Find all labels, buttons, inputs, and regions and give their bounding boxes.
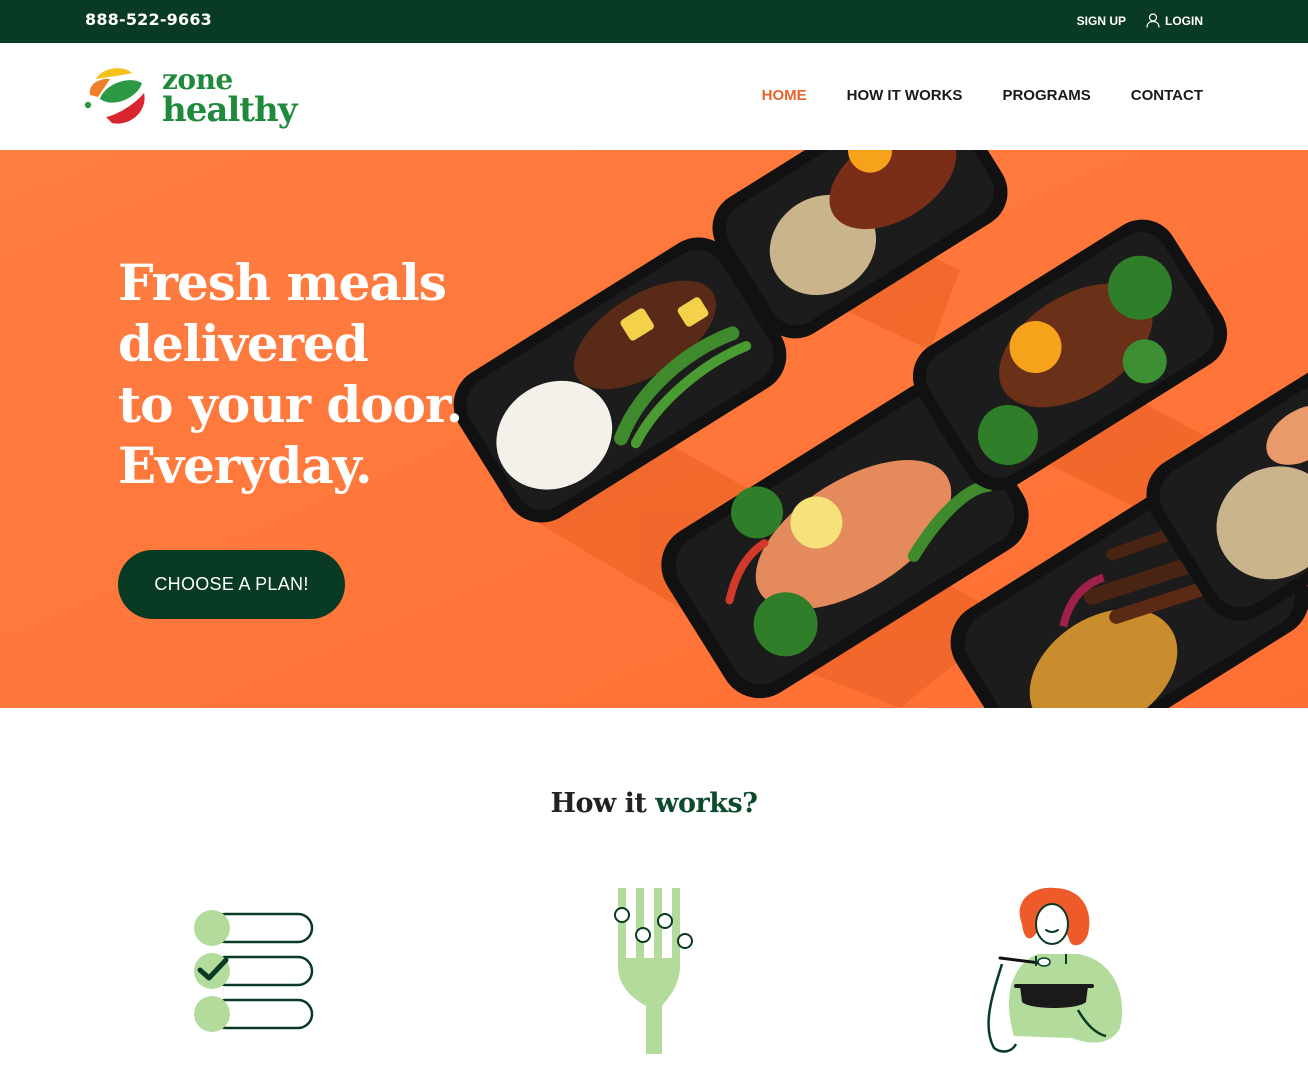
nav-home[interactable]: HOME [762,87,807,104]
fork-icon [614,888,693,1054]
hero-headline: Fresh meals delivered to your door. Ever… [118,252,463,496]
brand-logo[interactable]: zone healthy [84,65,299,129]
nav-contact[interactable]: CONTACT [1131,87,1203,104]
user-icon [1146,13,1160,28]
top-bar: 888-522-9663 SIGN UP LOGIN [0,0,1308,43]
how-it-works-title: How it works? [0,788,1308,819]
how-title-part2: works? [655,788,758,819]
phone-number[interactable]: 888-522-9663 [85,10,212,29]
site-header: zone healthy HOME HOW IT WORKS PROGRAMS … [0,43,1308,150]
woman-eating-icon [987,887,1123,1053]
signup-link[interactable]: SIGN UP [1077,14,1126,28]
main-nav: HOME HOW IT WORKS PROGRAMS CONTACT [762,87,1203,104]
hero-line-1: Fresh meals [118,253,447,312]
account-links: SIGN UP LOGIN [1077,13,1203,28]
checklist-icon [194,910,314,1032]
logo-mark-icon [84,68,145,124]
login-link[interactable]: LOGIN [1146,13,1203,28]
nav-programs[interactable]: PROGRAMS [1002,87,1090,104]
choose-plan-button[interactable]: CHOOSE A PLAN! [118,550,345,619]
hero-banner: Fresh meals delivered to your door. Ever… [0,150,1308,708]
nav-how-it-works[interactable]: HOW IT WORKS [847,87,963,104]
hero-line-2: delivered [118,314,369,373]
hero-line-4: Everyday. [118,436,372,495]
brand-name-line2: healthy [162,90,297,130]
hero-line-3: to your door. [118,375,463,434]
login-label: LOGIN [1165,13,1203,28]
how-title-part1: How it [550,788,656,819]
brand-wordmark: zone healthy [162,65,297,130]
